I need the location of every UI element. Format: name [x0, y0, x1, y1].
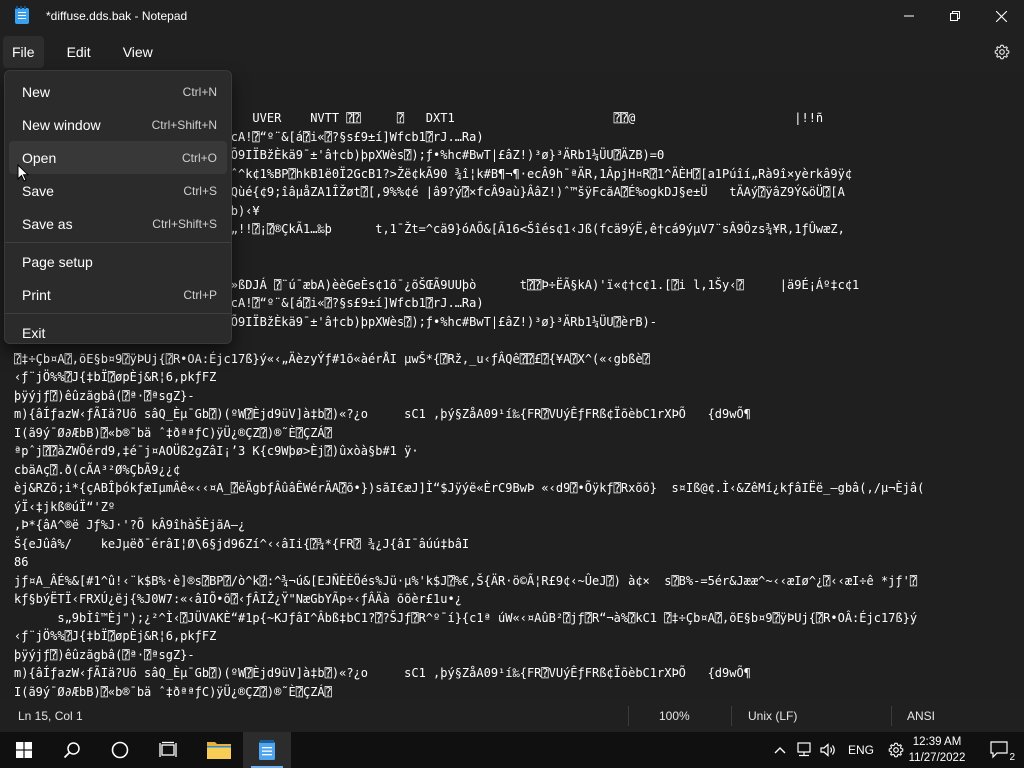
menu-item-save[interactable]: Save Ctrl+S [9, 174, 227, 207]
editor-line: ‹ƒ¨jÖ%%⍰J{‡bÏ⍰øpÈj&R¦6,pkƒFZ [14, 370, 217, 384]
menu-item-label: Save [22, 182, 54, 199]
menu-item-label: New [22, 83, 51, 100]
menu-item-label: Page setup [22, 253, 93, 270]
language-indicator[interactable]: ENG [848, 743, 874, 757]
menu-item-shortcut: Ctrl+Shift+S [152, 216, 217, 231]
maximize-button[interactable] [932, 0, 978, 32]
mouse-cursor-icon [17, 164, 29, 182]
clock-date: 11/27/2022 [908, 752, 966, 764]
gear-icon [994, 44, 1010, 60]
menu-item-print[interactable]: Print Ctrl+P [9, 278, 227, 311]
editor-line: 86 [14, 555, 29, 569]
minimize-button[interactable] [886, 0, 932, 32]
editor-line: kƒ§býËTÏ‹FRXÚ¿ëj{%J0W7:«‹âIÕ•õ⍰‹ƒÂIŽ¿Ÿ"N… [14, 592, 462, 606]
encoding: ANSI [907, 709, 936, 723]
editor-line: þÿýjƒ⍰)êûzãgbâ(⍰ª·⍰ªsgZ}- [14, 388, 195, 403]
editor-line: cbäAç⍰.ð(cÃA³²Ø%ÇbÃ9¿¿¢ [14, 462, 181, 477]
window-controls [886, 0, 1024, 32]
close-button[interactable] [978, 0, 1024, 32]
editor-line: I(ã9ý¯Ø∂ÆbB)⍰«b®¯bä ˆ‡ðªªƒC)ÿÜ¿®ÇZ⍰)®˜È⍰… [14, 425, 332, 440]
menu-item-page-setup[interactable]: Page setup [9, 245, 227, 278]
close-icon [995, 10, 1007, 22]
status-bar: Ln 15, Col 1 100% Unix (LF) ANSI [0, 700, 1024, 732]
notepad-icon [15, 6, 29, 24]
notification-count: 2 [1008, 752, 1016, 763]
menu-item-shortcut: Ctrl+O [181, 150, 217, 165]
windows-logo-icon [16, 742, 32, 758]
editor-line: ‹ƒ¨jÖ%%⍰J{‡bÏ⍰øpÈj&R¦6,pkƒFZ [14, 629, 217, 643]
menu-item-open[interactable]: Open Ctrl+O [9, 141, 227, 174]
menu-item-label: Print [22, 286, 51, 303]
cursor-position: Ln 15, Col 1 [18, 709, 83, 723]
menu-separator [5, 242, 231, 243]
menu-item-shortcut: Ctrl+P [183, 287, 217, 302]
menu-edit[interactable]: Edit [58, 36, 100, 68]
status-divider [731, 706, 732, 726]
menu-file[interactable]: File [3, 36, 44, 68]
system-tray: ENG [770, 732, 908, 768]
task-view-icon [159, 741, 177, 757]
editor-line: I(ã9ý¯Ø∂ÆbB)⍰«b®¯bä ˆ‡ðªªƒC)ÿÜ¿®ÇZ⍰)®˜È⍰… [14, 684, 332, 699]
zoom-level: 100% [659, 709, 690, 723]
editor-line: ýÏ‹‡jkß®úÏ“'Zº [14, 499, 116, 514]
start-button[interactable] [0, 732, 48, 768]
taskbar: ENG 12:39 AM 11/27/2022 2 [0, 732, 1024, 768]
menu-item-label: New window [22, 116, 101, 133]
menu-item-shortcut: Ctrl+S [183, 183, 217, 198]
file-explorer-button[interactable] [195, 732, 243, 768]
taskbar-clock[interactable]: 12:39 AM 11/27/2022 [902, 734, 972, 766]
editor-line: m){âÍƒazW‹ƒÃIä?Uõ sâQ_Èµ¯Gb⍰)(ºW⍰Èjd9üV]… [14, 666, 751, 680]
menu-view[interactable]: View [114, 36, 162, 68]
clock-time: 12:39 AM [912, 736, 962, 748]
editor-line: ,Þ*{âA^®ë Jƒ%J·'?Õ kÂ9îhàŠÈjãA–¿ [14, 518, 246, 532]
menu-item-new-window[interactable]: New window Ctrl+Shift+N [9, 108, 227, 141]
cortana-circle-icon [111, 741, 129, 759]
editor-line: s„9bÌî™Èj");¿²^Ì‹⍰JÜVAKÈ“#1p{~KJƒâI^Âbß‡… [14, 610, 918, 625]
menu-item-shortcut: Ctrl+Shift+N [151, 117, 217, 132]
cortana-button[interactable] [96, 732, 144, 768]
task-view-button[interactable] [144, 732, 192, 768]
search-icon [63, 742, 80, 759]
notepad-icon [259, 740, 275, 760]
file-menu-dropdown: New Ctrl+N New window Ctrl+Shift+N Open … [4, 70, 232, 344]
editor-line: Š{eJûâ%/ keJµëð¯érâI¦Ø\6§jd96Zí^‹‹âIi{⍰¾… [14, 536, 470, 551]
menu-item-exit[interactable]: Exit [9, 316, 227, 349]
editor-line: ªpˆj⍰⍰àZWÕérd9‚‡é¯j¤AOÜß2gZâI¡’3 K{c9Wþø… [14, 444, 419, 458]
volume-icon[interactable] [816, 742, 840, 758]
editor-line: m){âÍƒazW‹ƒÃIä?Uõ sâQ_Èµ¯Gb⍰)(ºW⍰Èjd9üV]… [14, 407, 751, 421]
search-button[interactable] [48, 732, 96, 768]
settings-button[interactable] [992, 42, 1012, 62]
status-divider [628, 706, 629, 726]
editor-line: þÿýjƒ⍰)êûzãgbâ(⍰ª·⍰ªsgZ}- [14, 647, 195, 662]
tray-overflow-chevron-icon[interactable] [770, 746, 790, 754]
status-divider [891, 706, 892, 726]
minimize-icon [904, 15, 914, 17]
folder-icon [207, 742, 231, 759]
menu-item-new[interactable]: New Ctrl+N [9, 75, 227, 108]
menu-item-label: Save as [22, 215, 73, 232]
line-ending: Unix (LF) [748, 709, 798, 723]
window-title: *diffuse.dds.bak - Notepad [46, 9, 188, 23]
title-bar: *diffuse.dds.bak - Notepad [0, 0, 1024, 32]
editor-line: ⍰‡÷Çb¤A⍰,õE§b¤9⍰ÿÞUj{⍰R•OA:Éjc17ß}ý«‹„Äè… [14, 351, 650, 366]
menu-item-label: Exit [22, 324, 46, 341]
menu-separator [5, 313, 231, 314]
editor-line: jƒ¤A_ÂÉ%&[#1^û!‹¨k$B%·è]®s⍰BP⍰/ò^k⍰:^¾¬ú… [14, 573, 918, 588]
notepad-taskbar-button[interactable] [243, 732, 291, 768]
menu-item-save-as[interactable]: Save as Ctrl+Shift+S [9, 207, 227, 240]
restore-icon [950, 11, 960, 21]
menu-item-shortcut: Ctrl+N [182, 84, 217, 99]
editor-line: èj&RZõ;i*{çABÎþókƒæIµmÂê«‹‹¤A_⍰ëÄgbƒÂûâÊ… [14, 481, 925, 495]
network-icon[interactable] [792, 742, 816, 758]
notifications-button[interactable]: 2 [976, 732, 1024, 768]
menu-bar: File Edit View [0, 32, 1024, 72]
